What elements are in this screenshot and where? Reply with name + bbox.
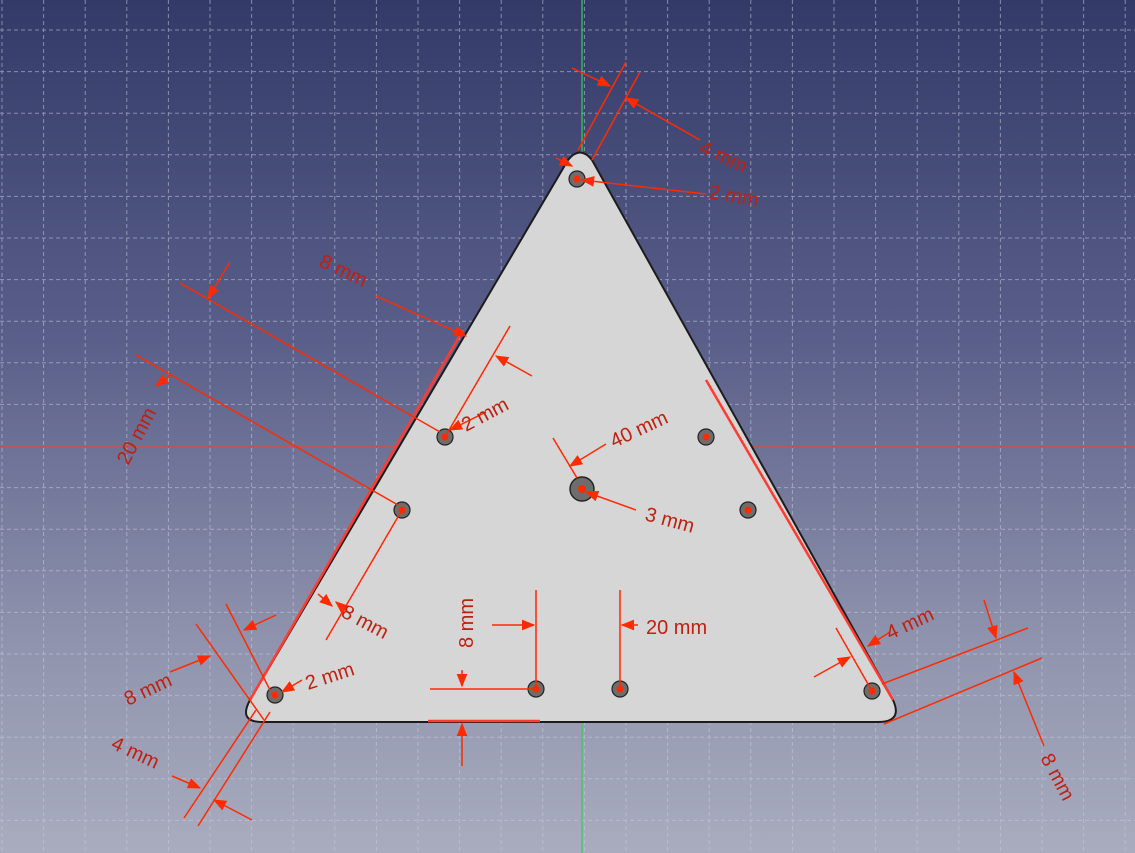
dim-label-bottom-20[interactable]: 20 mm — [646, 617, 707, 639]
dim-label-bottom-left-8[interactable]: 8 mm — [121, 669, 176, 710]
dim-label-left-20[interactable]: 20 mm — [113, 404, 161, 468]
dim-label-upper-left-8[interactable]: 8 mm — [316, 251, 371, 292]
dim-label-right-4[interactable]: 4 mm — [883, 603, 938, 644]
dim-label-top-4[interactable]: 4 mm — [696, 137, 751, 178]
dim-label-bottom-left-4[interactable]: 4 mm — [108, 733, 163, 774]
dim-label-bottom-8[interactable]: 8 mm — [456, 598, 478, 648]
dim-label-top-2[interactable]: 2 mm — [707, 181, 760, 211]
cad-3d-viewport[interactable]: 4 mm 2 mm 8 mm 2 mm 20 mm 40 mm 3 mm 8 m… — [0, 0, 1135, 853]
